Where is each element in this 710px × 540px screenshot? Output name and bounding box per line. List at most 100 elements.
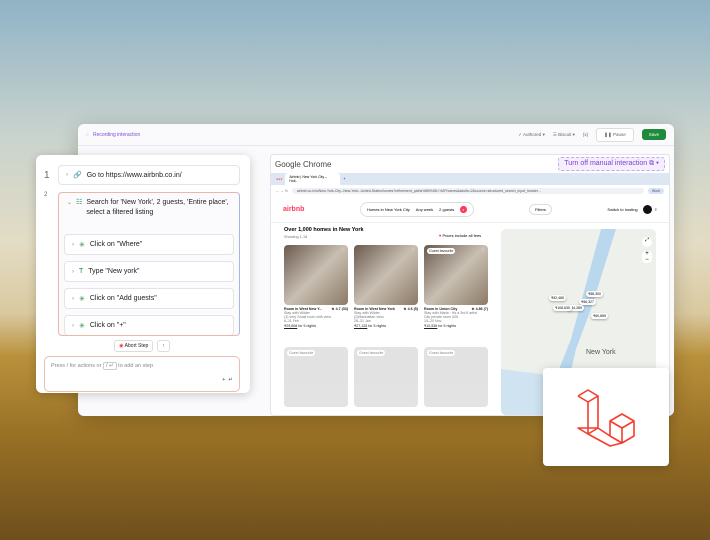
step-1: 1 › 🔗 Go to https://www.airbnb.co.in/	[44, 165, 240, 185]
search-icon[interactable]: ⌕	[460, 206, 467, 213]
guest-favourite-badge: Guest favourite	[287, 350, 316, 356]
chevron-right-icon[interactable]: ›	[72, 269, 74, 275]
listing-dates: 6–11 Feb	[284, 319, 299, 323]
fees-label: Prices include all fees	[442, 233, 482, 238]
listing-card[interactable]: Guest favourite	[354, 347, 418, 407]
pause-label: Pause	[612, 131, 626, 137]
laravel-logo-icon	[577, 389, 635, 447]
input-placeholder: Press / for actions or	[51, 363, 102, 369]
nav-buttons[interactable]: ← → ↻	[276, 189, 288, 193]
listing-card[interactable]: Guest favourite ♡ Room in Union City ★ 4.8…	[424, 245, 488, 328]
chevron-right-icon[interactable]: ›	[72, 296, 74, 302]
map-price-marker[interactable]: ₹92,465	[549, 295, 566, 301]
ai-dropdown[interactable]: ☰ Biscuit ▾	[553, 132, 575, 138]
listing-card[interactable]: Guest favourite	[424, 347, 488, 407]
address-bar[interactable]: airbnb.co.in/s/New-York-City--New-York--…	[291, 188, 644, 194]
search-where[interactable]: Homes in New York City	[367, 207, 410, 212]
step-card[interactable]: › 🔗 Go to https://www.airbnb.co.in/	[58, 165, 240, 185]
prices-include-fees-toggle[interactable]: ♥ Prices include all fees	[439, 233, 481, 238]
abort-step-button[interactable]: ◉ Abort Step	[114, 340, 154, 352]
listing-photo[interactable]: ♡	[354, 245, 418, 305]
search-bar[interactable]: Homes in New York City Any week 2 guests ⌕	[359, 202, 474, 217]
listing-price: ₹10,536	[424, 324, 438, 328]
profile-button[interactable]: Work	[647, 188, 664, 194]
map-price-marker[interactable]: ₹108,630	[553, 305, 572, 311]
browser-tab[interactable]: Airbnb | New York City – Holi...	[285, 173, 341, 185]
substep-label: Click on "+"	[89, 322, 126, 329]
input-key-hint: / ↵	[102, 362, 117, 370]
substep-label: Type "New york"	[88, 268, 140, 275]
switch-to-hosting-link[interactable]: Switch to hosting	[607, 207, 637, 212]
heart-icon[interactable]: ♡	[342, 248, 345, 252]
authored-dropdown[interactable]: ✓ Authored ▾	[518, 132, 545, 138]
listing-photo[interactable]: Guest favourite ♡	[424, 245, 488, 305]
map-city-label: New York	[586, 349, 616, 356]
listing-card[interactable]: ♡ Room in West New York ★ 4.6 (5) Stay wi…	[354, 245, 418, 328]
listing-card[interactable]: Guest favourite	[284, 347, 348, 407]
filters-button[interactable]: Filters	[529, 204, 552, 215]
variables-button[interactable]: {x}	[583, 132, 588, 137]
step-number: 1	[44, 169, 50, 181]
abort-label: Abort Step	[124, 343, 149, 349]
listing-dates: 15–20 Nov	[424, 319, 442, 323]
substep-label: Click on "Add guests"	[89, 295, 157, 302]
step-2: 2 ⌄ ☷ Search for 'New York', 2 guests, '…	[44, 192, 240, 336]
type-icon: T	[79, 268, 84, 275]
airbnb-logo[interactable]: airbnb	[283, 206, 304, 213]
map-price-marker[interactable]: ₹58,300	[586, 291, 603, 297]
expand-map-button[interactable]: ⤢	[642, 237, 652, 247]
save-button[interactable]: Save	[641, 129, 666, 140]
step-card-expanded[interactable]: ⌄ ☷ Search for 'New York', 2 guests, 'En…	[58, 192, 240, 336]
results-heading: Over 1,000 homes in New York	[284, 227, 364, 233]
laravel-logo-card	[543, 368, 669, 466]
listing-price: ₹29,608	[284, 324, 298, 328]
recording-label: Recording interaction	[92, 131, 141, 138]
step-label: Search for 'New York', 2 guests, 'Entire…	[86, 199, 229, 216]
guest-favourite-badge: Guest favourite	[357, 350, 386, 356]
step-label: Go to https://www.airbnb.co.in/	[86, 171, 182, 179]
substep[interactable]: › ✳ Click on "Add guests"	[64, 288, 234, 309]
chevron-right-icon[interactable]: ›	[66, 172, 68, 178]
step-number: 2	[44, 192, 48, 198]
zoom-controls[interactable]: + −	[642, 251, 652, 263]
pause-button[interactable]: ❚❚ Pause	[596, 127, 634, 142]
chevron-down-icon[interactable]: ⌄	[67, 198, 72, 218]
menu-icon[interactable]: ≡	[655, 207, 657, 212]
input-actions[interactable]: + ↵	[51, 377, 233, 383]
recorder-toolbar: ◌ Recording interaction ✓ Authored ▾ ☰ B…	[78, 124, 674, 146]
heart-icon[interactable]: ♡	[482, 248, 485, 252]
results-count: Showing 1-18	[284, 235, 308, 239]
heart-icon[interactable]: ♡	[412, 248, 415, 252]
new-tab-button[interactable]: +	[343, 177, 345, 181]
listing-price-period: for 5 nights	[298, 324, 317, 328]
chevron-right-icon[interactable]: ›	[72, 323, 74, 329]
link-icon: 🔗	[73, 172, 82, 179]
listing-dates: 26–31 Jan	[354, 319, 371, 323]
map-price-marker[interactable]: ₹60,855	[591, 313, 608, 319]
click-icon: ✳	[79, 295, 85, 303]
stop-icon: ◉	[119, 343, 124, 349]
substep[interactable]: › ✳ Click on "+"	[64, 315, 234, 335]
scroll-up-button[interactable]: ↑	[157, 340, 170, 352]
substep[interactable]: › T Type "New york"	[64, 261, 234, 282]
turn-off-manual-interaction-button[interactable]: Turn off manual interaction ⧉ ▾	[558, 157, 665, 171]
search-when[interactable]: Any week	[416, 207, 433, 212]
substep-label: Click on "Where"	[89, 241, 143, 248]
chevron-right-icon[interactable]: ›	[72, 242, 74, 248]
chrome-title: Google Chrome	[275, 159, 332, 169]
ai-label: Biscuit	[558, 131, 572, 137]
listing-rating: ★ 4.6 (5)	[403, 307, 418, 311]
list-icon: ☷	[76, 199, 83, 206]
listing-price-period: for 5 nights	[438, 324, 457, 328]
listing-card[interactable]: ♡ Room in West New Y... ★ 4.7 (33) Stay w…	[284, 245, 348, 328]
listing-price-period: for 5 nights	[368, 324, 387, 328]
guest-favourite-badge: Guest favourite	[427, 350, 456, 356]
listing-rating: ★ 4.7 (33)	[331, 307, 348, 311]
avatar[interactable]	[642, 205, 652, 214]
substep[interactable]: › ✳ Click on "Where"	[64, 234, 234, 255]
step-input[interactable]: Press / for actions or / ↵ to add an ste…	[44, 356, 240, 392]
listing-photo[interactable]: ♡	[284, 245, 348, 305]
search-guests[interactable]: 2 guests	[439, 207, 454, 212]
steps-panel: 1 › 🔗 Go to https://www.airbnb.co.in/ 2 …	[36, 155, 250, 393]
window-controls[interactable]: ●●●	[276, 177, 282, 181]
